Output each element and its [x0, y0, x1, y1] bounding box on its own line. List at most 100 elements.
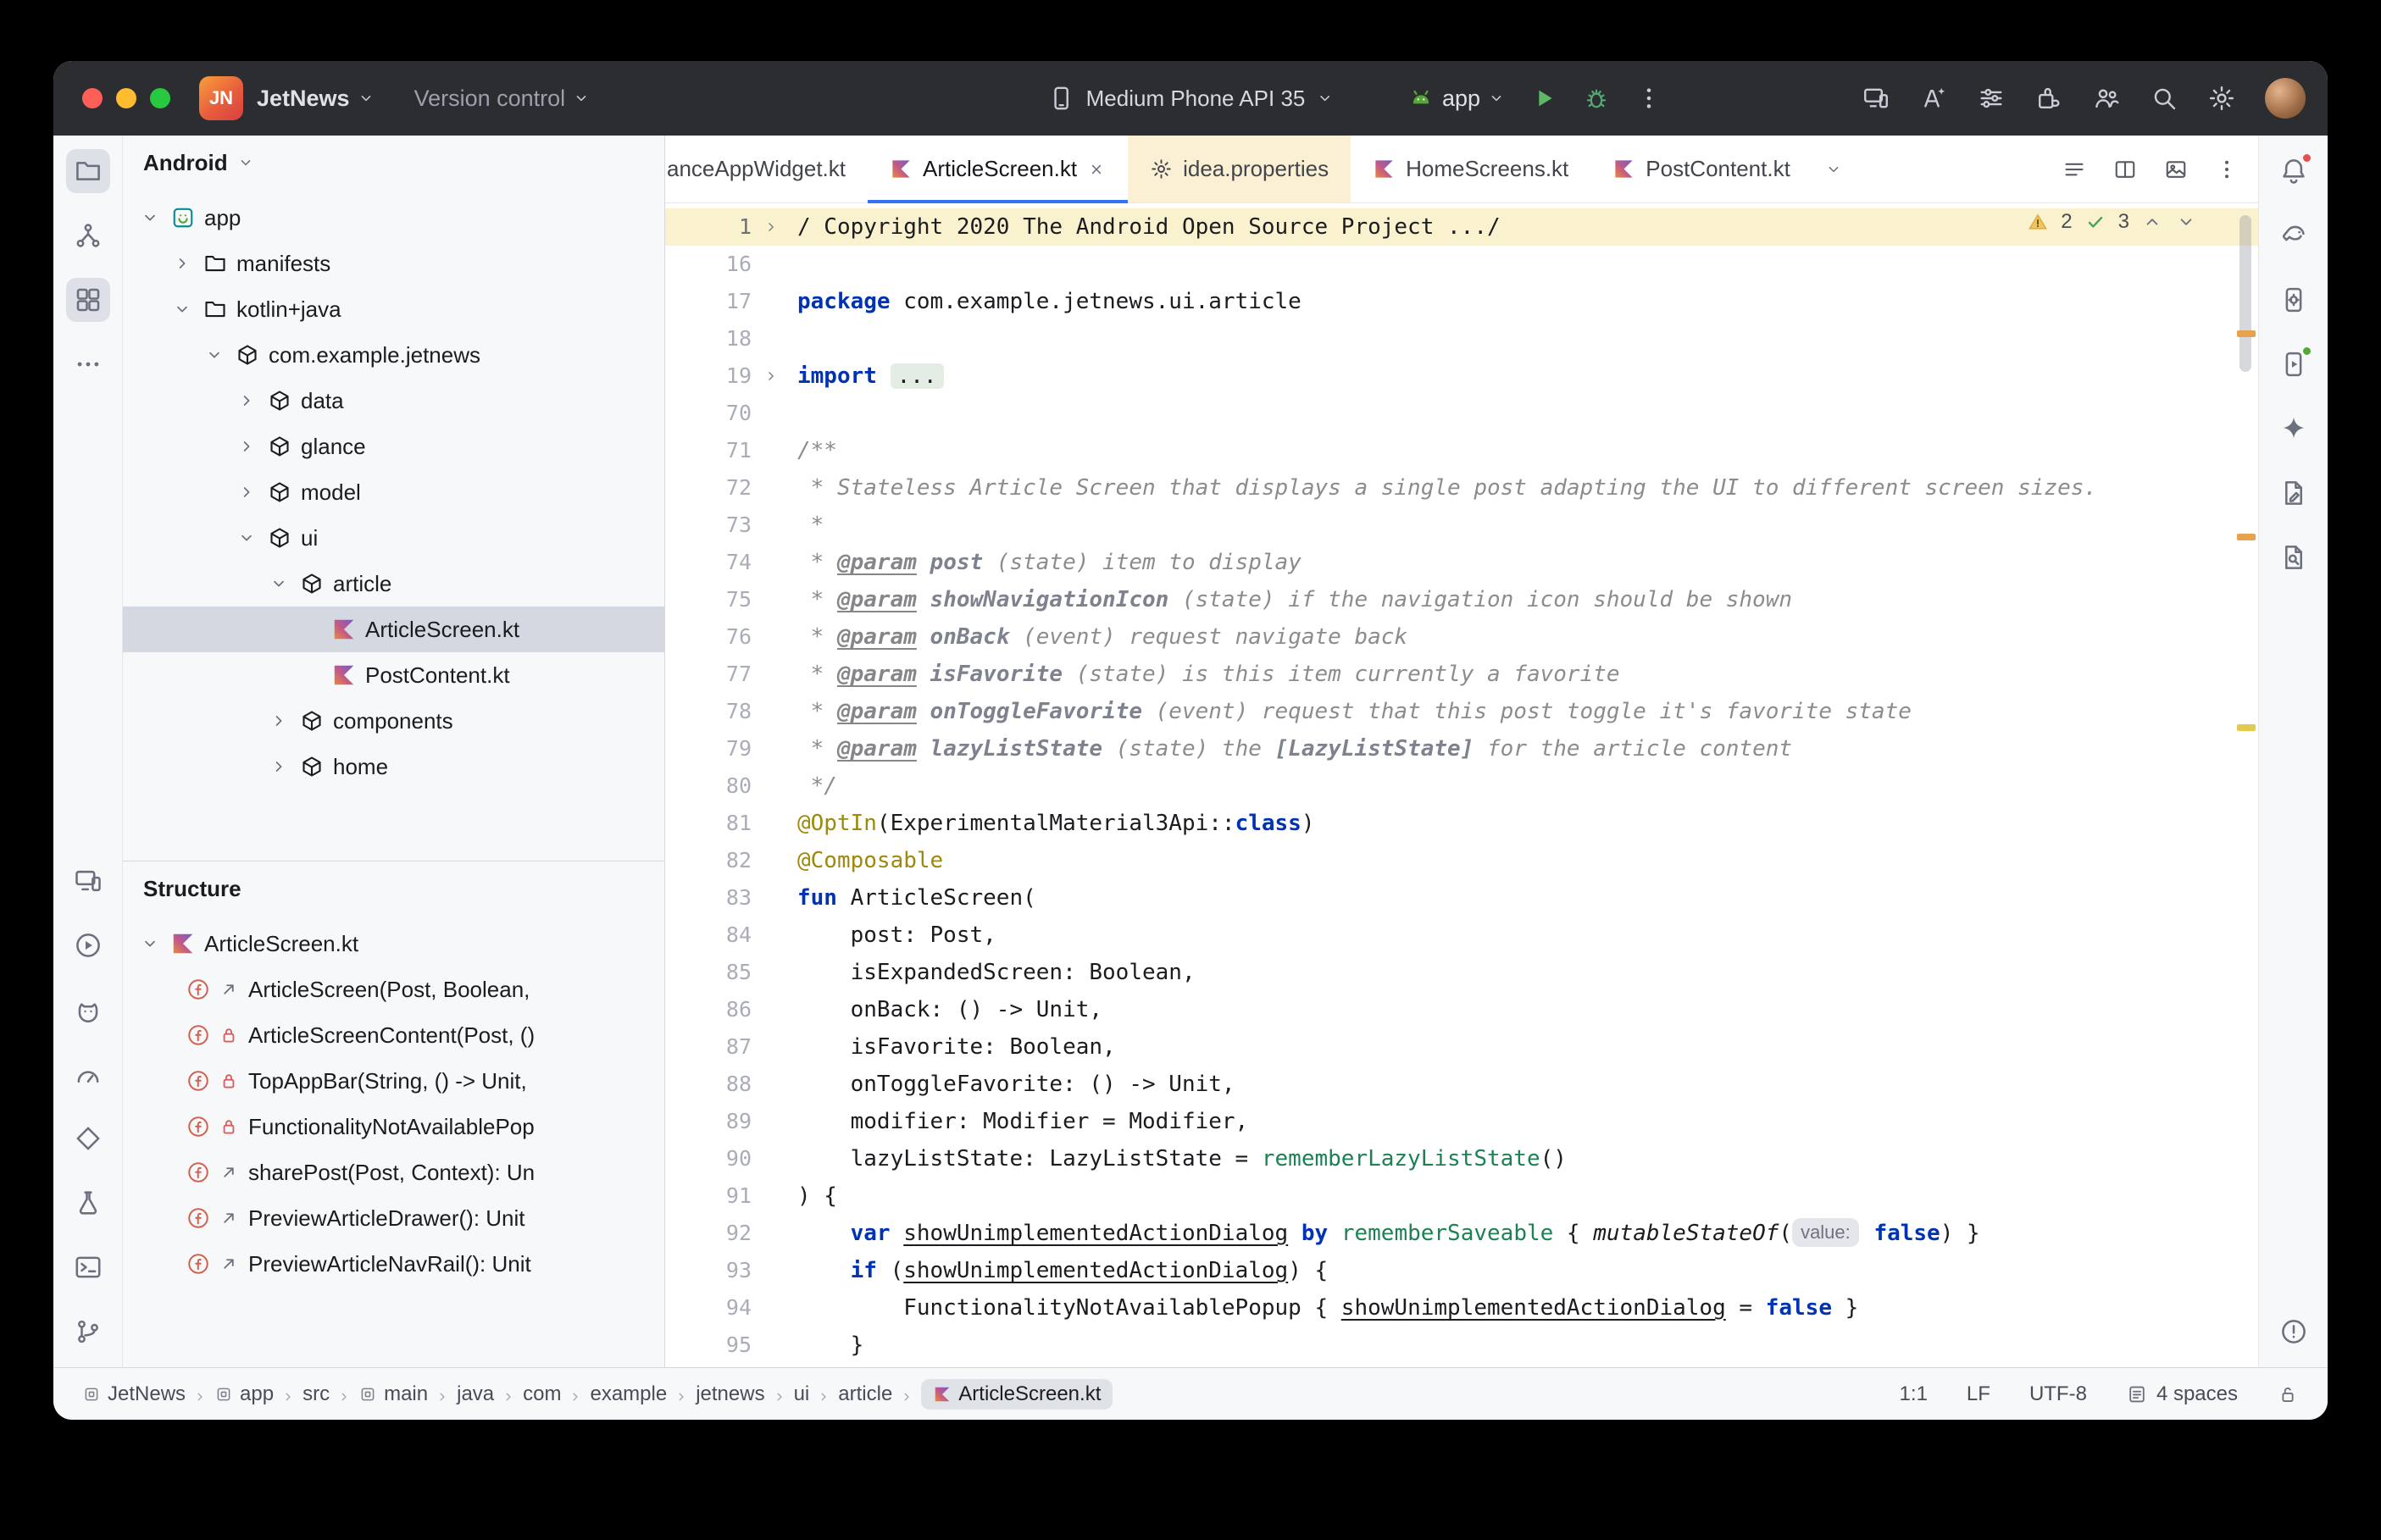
code-with-me-icon[interactable] — [2092, 84, 2121, 113]
chevron-right-icon[interactable] — [170, 252, 194, 275]
previous-problem-button[interactable] — [2141, 211, 2163, 233]
structure-item-topappbar-string-unit[interactable]: TopAppBar(String, () -> Unit, — [123, 1058, 664, 1104]
close-button[interactable] — [82, 88, 103, 108]
ai-assistant-icon[interactable] — [1919, 84, 1948, 113]
code-text[interactable]: * @param onToggleFavorite (event) reques… — [791, 693, 1912, 730]
logcat-tool-button[interactable] — [66, 988, 110, 1032]
structure-item-articlescreen-post-boolean[interactable]: ArticleScreen(Post, Boolean, — [123, 967, 664, 1012]
terminal-tool-button[interactable] — [66, 1245, 110, 1289]
plugins-icon[interactable] — [2034, 84, 2063, 113]
chevron-down-icon[interactable] — [138, 932, 162, 956]
debug-button[interactable] — [1582, 84, 1611, 113]
chevron-right-icon[interactable] — [267, 709, 291, 733]
chevron-down-icon[interactable] — [267, 572, 291, 596]
code-editor[interactable]: 1 / Copyright 2020 The Android Open Sourc… — [665, 203, 2258, 1367]
search-everywhere-icon[interactable] — [2150, 84, 2178, 113]
structure-tool-button[interactable] — [65, 278, 110, 322]
code-text[interactable]: isFavorite: Boolean, — [791, 1028, 1116, 1066]
breadcrumb-ui[interactable]: ui — [794, 1382, 810, 1406]
code-text[interactable]: /** — [791, 432, 837, 469]
editor-tab-homescreens-kt[interactable]: HomeScreens.kt — [1351, 136, 1590, 202]
project-item-article[interactable]: article — [123, 561, 664, 607]
find-tool-button[interactable] — [2272, 535, 2316, 579]
structure-item-functionalitynotavailablepop[interactable]: FunctionalityNotAvailablePop — [123, 1104, 664, 1149]
notifications-button[interactable] — [2272, 149, 2316, 193]
project-item-postcontent-kt[interactable]: PostContent.kt — [123, 652, 664, 698]
breadcrumb-java[interactable]: java — [457, 1382, 494, 1406]
editor-preview-icon[interactable] — [2163, 157, 2189, 182]
project-tool-button[interactable] — [65, 149, 110, 193]
split-editor-icon[interactable] — [2112, 157, 2138, 182]
structure-item-previewarticlenavrail-unit[interactable]: PreviewArticleNavRail(): Unit — [123, 1241, 664, 1287]
chevron-right-icon[interactable] — [267, 755, 291, 778]
code-text[interactable]: @OptIn(ExperimentalMaterial3Api::class) — [791, 805, 1315, 842]
code-text[interactable]: * — [791, 507, 824, 544]
project-view-selector[interactable]: Android — [123, 136, 664, 190]
code-text[interactable] — [791, 395, 797, 432]
more-actions-button[interactable] — [1635, 84, 1663, 113]
structure-root-articlescreen-kt[interactable]: ArticleScreen.kt — [123, 921, 664, 967]
code-text[interactable]: @Composable — [791, 842, 943, 879]
project-item-glance[interactable]: glance — [123, 424, 664, 469]
code-text[interactable]: * Stateless Article Screen that displays… — [791, 469, 2097, 507]
code-text[interactable]: post: Post, — [791, 917, 996, 954]
run-button[interactable] — [1529, 84, 1558, 113]
close-icon[interactable] — [1087, 160, 1106, 179]
project-switcher[interactable]: JetNews — [257, 86, 375, 112]
running-devices-panel-button[interactable] — [2272, 342, 2316, 386]
editor-options-icon[interactable] — [2214, 157, 2239, 182]
next-problem-button[interactable] — [2175, 211, 2197, 233]
code-text[interactable]: lazyListState: LazyListState = rememberL… — [791, 1140, 1567, 1177]
project-item-ui[interactable]: ui — [123, 515, 664, 561]
breadcrumb-example[interactable]: example — [590, 1382, 667, 1406]
chevron-down-icon[interactable] — [138, 206, 162, 230]
editor-tab-anceappwidget-kt[interactable]: anceAppWidget.kt — [665, 136, 868, 202]
breadcrumb-jetnews[interactable]: JetNews — [82, 1382, 186, 1406]
gradle-tool-button[interactable] — [2272, 213, 2316, 258]
project-item-articlescreen-kt[interactable]: ArticleScreen.kt — [123, 607, 664, 652]
code-text[interactable]: package com.example.jetnews.ui.article — [791, 283, 1302, 320]
minimize-button[interactable] — [116, 88, 136, 108]
chevron-right-icon[interactable] — [235, 480, 258, 504]
chevron-down-icon[interactable] — [170, 297, 194, 321]
code-text[interactable] — [791, 246, 797, 283]
breadcrumb-com[interactable]: com — [523, 1382, 561, 1406]
project-item-model[interactable]: model — [123, 469, 664, 515]
problems-tool-button[interactable] — [2272, 1310, 2316, 1354]
code-text[interactable] — [791, 320, 797, 357]
file-encoding-widget[interactable]: UTF-8 — [2029, 1382, 2087, 1406]
code-text[interactable]: * @param isFavorite (state) is this item… — [791, 656, 1620, 693]
structure-item-sharepost-post-context-un[interactable]: sharePost(Post, Context): Un — [123, 1149, 664, 1195]
run-tool-button[interactable] — [66, 923, 110, 967]
assistant-tool-button[interactable] — [2272, 471, 2316, 515]
project-item-app[interactable]: app — [123, 195, 664, 241]
commit-tool-button[interactable] — [66, 213, 110, 258]
breadcrumb-jetnews[interactable]: jetnews — [696, 1382, 764, 1406]
breadcrumb-main[interactable]: main — [358, 1382, 428, 1406]
code-text[interactable]: onToggleFavorite: () -> Unit, — [791, 1066, 1235, 1103]
inspections-widget[interactable]: 2 3 — [2027, 210, 2197, 234]
breadcrumb-src[interactable]: src — [302, 1382, 330, 1406]
code-text[interactable]: */ — [791, 767, 837, 805]
editor-scrollbar-thumb[interactable] — [2239, 215, 2251, 372]
device-mirroring-icon[interactable] — [1862, 84, 1890, 113]
fold-marker-icon[interactable] — [752, 368, 791, 385]
user-avatar[interactable] — [2265, 78, 2306, 119]
settings-icon[interactable] — [2207, 84, 2236, 113]
more-tool-windows-button[interactable] — [66, 342, 110, 386]
run-configuration[interactable]: app — [1407, 84, 1506, 113]
breadcrumb-app[interactable]: app — [214, 1382, 274, 1406]
indentation-widget[interactable]: 4 spaces — [2126, 1382, 2238, 1406]
line-separator-widget[interactable]: LF — [1967, 1382, 1990, 1406]
code-text[interactable]: / Copyright 2020 The Android Open Source… — [791, 208, 1501, 246]
chevron-down-icon[interactable] — [235, 526, 258, 550]
editor-tab-idea-properties[interactable]: idea.properties — [1128, 136, 1351, 202]
code-text[interactable]: fun ArticleScreen( — [791, 879, 1036, 917]
breadcrumb-articlescreen-kt[interactable]: ArticleScreen.kt — [921, 1378, 1113, 1410]
running-devices-tool-button[interactable] — [66, 859, 110, 903]
chevron-down-icon[interactable] — [203, 343, 226, 367]
zoom-button[interactable] — [150, 88, 170, 108]
vcs-widget[interactable]: Version control — [414, 86, 591, 112]
structure-item-previewarticledrawer-unit[interactable]: PreviewArticleDrawer(): Unit — [123, 1195, 664, 1241]
code-text[interactable]: FunctionalityNotAvailablePopup { showUni… — [791, 1289, 1858, 1327]
